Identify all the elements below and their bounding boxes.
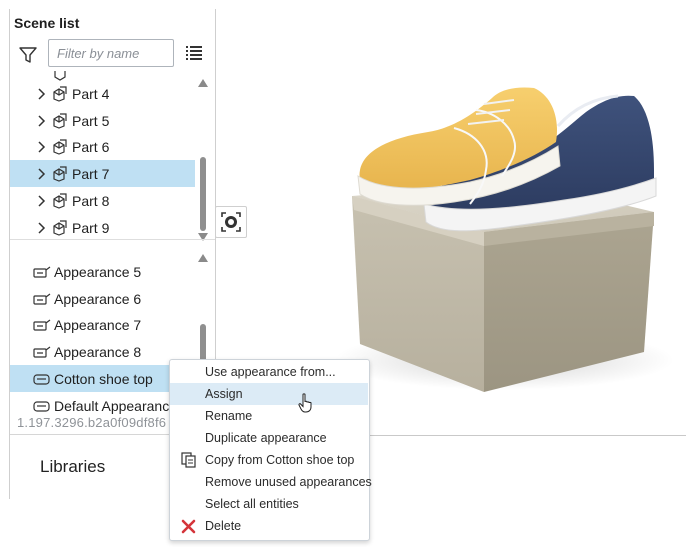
chevron-right-icon[interactable] xyxy=(35,114,49,128)
scroll-up-arrow-icon[interactable] xyxy=(198,79,208,87)
part-icon xyxy=(53,219,67,236)
part-row-5[interactable]: Part 5 xyxy=(10,107,195,134)
part-icon xyxy=(53,85,67,102)
appearance-icon xyxy=(33,319,51,331)
part-row-8[interactable]: Part 8 xyxy=(10,187,195,214)
part-icon xyxy=(53,192,67,209)
part-row-7-selected[interactable]: Part 7 xyxy=(10,160,195,187)
appearance-icon xyxy=(33,346,51,358)
part-label: Part 6 xyxy=(72,138,110,155)
part-row-9[interactable]: Part 9 xyxy=(10,214,195,241)
menu-item-rename[interactable]: Rename xyxy=(170,405,368,427)
libraries-heading: Libraries xyxy=(40,457,106,476)
appearance-icon xyxy=(33,400,50,412)
appearance-label: Appearance 8 xyxy=(54,343,142,360)
menu-item-copy-from[interactable]: Copy from Cotton shoe top xyxy=(170,449,368,471)
appearance-row-7[interactable]: Appearance 7 xyxy=(10,311,195,338)
panel-title: Scene list xyxy=(14,15,80,31)
menu-item-duplicate-appearance[interactable]: Duplicate appearance xyxy=(170,427,368,449)
menu-item-remove-unused-appearances[interactable]: Remove unused appearances xyxy=(170,471,372,493)
part-icon xyxy=(53,112,67,129)
part-label: Part 5 xyxy=(72,112,110,129)
part-label: Part 7 xyxy=(72,165,110,182)
chevron-right-icon[interactable] xyxy=(35,194,49,208)
camera-view-icon xyxy=(221,212,241,232)
part-icon xyxy=(53,165,67,182)
hand-pointer-cursor-icon xyxy=(298,393,312,413)
appearance-label: Appearance 6 xyxy=(54,290,142,307)
appearance-label: Appearance 5 xyxy=(54,263,142,280)
chevron-right-icon[interactable] xyxy=(35,167,49,181)
appearance-icon xyxy=(33,293,51,305)
context-menu: Use appearance from... Assign Rename Dup… xyxy=(169,359,372,541)
appearance-row-8[interactable]: Appearance 8 xyxy=(10,338,195,365)
menu-item-select-all-entities[interactable]: Select all entities xyxy=(170,493,368,515)
appearance-row-cotton-shoe-top-selected[interactable]: Cotton shoe top xyxy=(10,365,195,392)
viewport-bottom-edge xyxy=(368,435,686,436)
parts-scrollbar-thumb[interactable] xyxy=(200,157,206,231)
part-label: Part 4 xyxy=(72,85,110,102)
appearance-label: Appearance 7 xyxy=(54,316,142,333)
appearance-icon xyxy=(33,266,51,278)
part-row-6[interactable]: Part 6 xyxy=(10,133,195,160)
appearance-label: Cotton shoe top xyxy=(54,370,153,387)
chevron-right-icon[interactable] xyxy=(35,87,49,101)
filter-input[interactable] xyxy=(48,39,174,67)
copy-icon xyxy=(181,452,196,468)
chevron-right-icon[interactable] xyxy=(35,221,49,235)
menu-item-assign[interactable]: Assign xyxy=(170,383,368,405)
version-label: 1.197.3296.b2a0f09df8f6 xyxy=(17,415,167,430)
scroll-up-arrow-icon[interactable] xyxy=(198,254,208,262)
list-divider xyxy=(10,239,215,240)
view-toggle-button[interactable] xyxy=(215,206,247,238)
part-label: Part 8 xyxy=(72,192,110,209)
menu-item-delete[interactable]: Delete xyxy=(170,515,368,537)
menu-item-use-appearance-from[interactable]: Use appearance from... xyxy=(170,361,368,383)
appearance-row-5[interactable]: Appearance 5 xyxy=(10,258,195,285)
appearance-row-6[interactable]: Appearance 6 xyxy=(10,285,195,312)
appearance-label: Default Appearance xyxy=(54,397,177,414)
part-row-4[interactable]: Part 4 xyxy=(10,80,195,107)
part-label: Part 9 xyxy=(72,219,110,236)
appearance-row-default[interactable]: Default Appearance xyxy=(10,392,195,414)
part-icon xyxy=(53,138,67,155)
list-view-icon[interactable] xyxy=(186,45,202,61)
delete-x-icon xyxy=(181,519,196,534)
filter-icon[interactable] xyxy=(19,46,37,64)
chevron-right-icon[interactable] xyxy=(35,140,49,154)
parts-list: Part 4 Part 5 Part 6 Part 7 Part 8 Part … xyxy=(10,71,215,241)
appearance-icon xyxy=(33,373,50,385)
